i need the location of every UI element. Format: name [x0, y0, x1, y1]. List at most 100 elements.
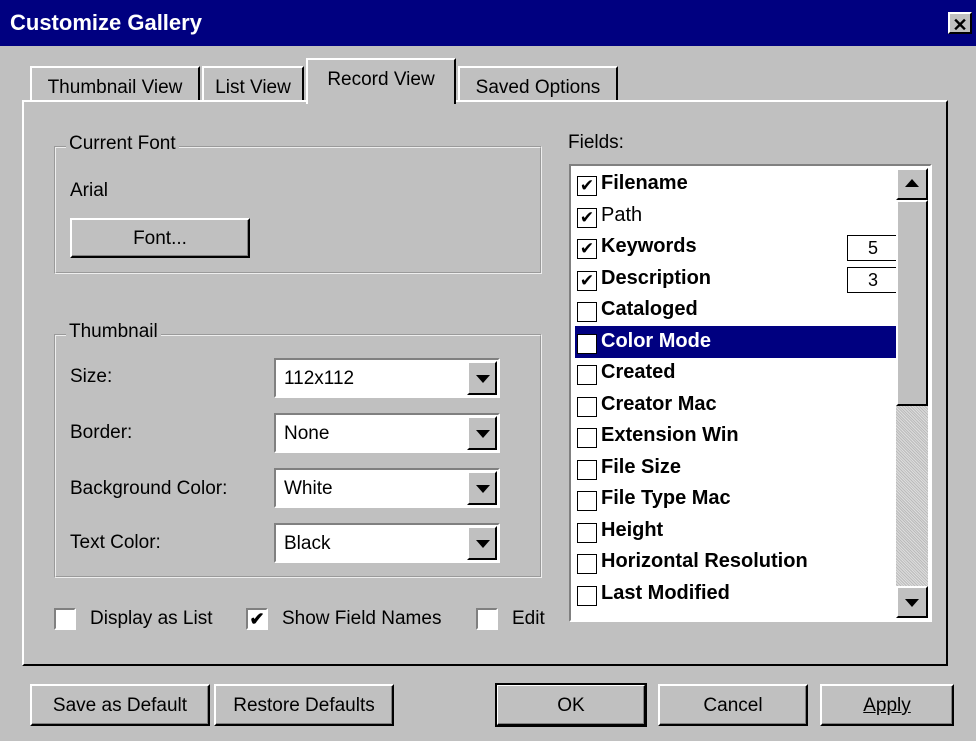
field-label: Description [601, 266, 712, 289]
edit-label: Edit [512, 608, 545, 629]
tab-label: List View [215, 77, 291, 98]
title-bar: Customize Gallery ✕ [0, 0, 976, 46]
tab-label: Saved Options [475, 77, 601, 98]
field-row[interactable]: File Type Mac [575, 483, 903, 515]
close-button[interactable]: ✕ [948, 12, 972, 35]
size-label: Size: [70, 366, 113, 387]
show-field-names-label: Show Field Names [282, 608, 442, 629]
field-row[interactable]: ✔ Description 3 [575, 263, 903, 295]
field-checkbox[interactable] [577, 522, 597, 543]
tab-list-view[interactable]: List View [202, 66, 304, 104]
field-label: Horizontal Resolution [601, 550, 808, 572]
field-checkbox[interactable] [577, 333, 597, 354]
field-checkbox[interactable] [577, 302, 597, 322]
restore-defaults-button[interactable]: Restore Defaults [214, 684, 394, 726]
field-checkbox[interactable]: ✔ [577, 176, 597, 196]
close-icon: ✕ [952, 15, 968, 35]
text-color-dropdown[interactable]: Black [274, 523, 500, 563]
field-lines-input[interactable]: 5 [847, 235, 899, 261]
scroll-down-button[interactable] [896, 586, 928, 618]
background-color-label: Background Color: [70, 478, 228, 499]
field-row[interactable]: ✔ Keywords 5 [575, 231, 903, 263]
current-font-group-label: Current Font [66, 133, 179, 155]
window-title: Customize Gallery [10, 10, 202, 35]
field-checkbox[interactable] [577, 491, 597, 511]
save-as-default-label: Save as Default [52, 695, 188, 716]
border-value: None [284, 423, 330, 444]
field-label: Height [601, 518, 664, 541]
tab-thumbnail-view[interactable]: Thumbnail View [30, 66, 200, 104]
field-checkbox[interactable]: ✔ [577, 239, 597, 259]
apply-label: Apply [863, 695, 911, 716]
field-label: Cataloged [601, 298, 698, 320]
field-lines-input[interactable]: 3 [847, 266, 899, 293]
text-color-value: Black [284, 533, 331, 554]
field-label: File Size [601, 455, 682, 478]
edit-checkbox[interactable] [476, 608, 498, 630]
tab-saved-options[interactable]: Saved Options [458, 66, 618, 104]
cancel-button[interactable]: Cancel [658, 684, 808, 726]
thumbnail-group-label: Thumbnail [66, 321, 161, 343]
restore-defaults-label: Restore Defaults [233, 695, 375, 716]
display-as-list-label: Display as List [90, 608, 213, 629]
ok-label: OK [557, 695, 585, 716]
chevron-down-icon[interactable] [467, 361, 497, 395]
font-button[interactable]: Font... [70, 218, 250, 258]
ok-button[interactable]: OK [495, 683, 647, 727]
field-checkbox[interactable]: ✔ [577, 270, 597, 291]
field-checkbox[interactable] [577, 459, 597, 480]
field-row[interactable]: ✔ Filename [575, 168, 903, 200]
tab-label: Record View [327, 69, 435, 90]
background-color-dropdown[interactable]: White [274, 468, 500, 508]
size-dropdown[interactable]: 112x112 [274, 358, 500, 398]
size-value: 112x112 [284, 368, 355, 389]
fields-listbox[interactable]: ✔ Filename ✔ Path ✔ Keywords 5 ✔ Description 3 Cat… [569, 164, 932, 622]
tab-label: Thumbnail View [47, 77, 183, 98]
display-as-list-checkbox[interactable] [54, 608, 76, 630]
chevron-down-icon[interactable] [467, 471, 497, 505]
fields-label: Fields: [568, 132, 624, 153]
show-field-names-checkbox[interactable]: ✔ [246, 608, 268, 630]
field-row[interactable]: Height [575, 515, 903, 547]
field-row[interactable]: File Size [575, 452, 903, 484]
field-row[interactable]: Created [575, 357, 903, 389]
text-color-label: Text Color: [70, 532, 161, 553]
field-checkbox[interactable]: ✔ [577, 207, 597, 228]
cancel-label: Cancel [703, 695, 763, 716]
fields-scrollbar[interactable] [896, 168, 928, 618]
chevron-down-icon[interactable] [467, 526, 497, 560]
field-checkbox[interactable] [577, 554, 597, 574]
scroll-thumb[interactable] [896, 200, 928, 406]
tab-record-view[interactable]: Record View [306, 58, 456, 104]
save-as-default-button[interactable]: Save as Default [30, 684, 210, 726]
field-row[interactable]: Extension Win [575, 420, 903, 452]
field-checkbox[interactable] [577, 585, 597, 606]
scroll-track[interactable] [896, 406, 928, 586]
field-row[interactable]: Horizontal Resolution [575, 546, 903, 578]
field-label: Extension Win [601, 424, 739, 446]
border-label: Border: [70, 422, 133, 443]
field-checkbox[interactable] [577, 428, 597, 448]
chevron-down-icon[interactable] [467, 416, 497, 450]
apply-button[interactable]: Apply [820, 684, 954, 726]
border-dropdown[interactable]: None [274, 413, 500, 453]
field-label: Filename [601, 172, 688, 194]
font-button-label: Font... [133, 228, 187, 249]
scroll-up-button[interactable] [896, 168, 928, 200]
field-row[interactable]: Cataloged [575, 294, 903, 326]
field-row[interactable]: Color Mode [575, 325, 903, 358]
field-label: Keywords [601, 235, 697, 257]
field-row[interactable]: Last Modified [575, 578, 903, 610]
field-label: Created [601, 361, 676, 383]
field-row[interactable]: ✔ Path [575, 200, 903, 232]
field-checkbox[interactable] [577, 365, 597, 385]
current-font-name: Arial [70, 180, 109, 201]
field-label: Creator Mac [601, 392, 717, 415]
field-label: Color Mode [601, 329, 711, 352]
record-view-panel: Current Font Arial Font... Thumbnail Siz… [22, 100, 948, 666]
field-label: File Type Mac [601, 487, 731, 509]
field-label: Path [601, 203, 643, 226]
background-color-value: White [284, 478, 333, 499]
field-row[interactable]: Creator Mac [575, 389, 903, 421]
field-checkbox[interactable] [577, 396, 597, 417]
